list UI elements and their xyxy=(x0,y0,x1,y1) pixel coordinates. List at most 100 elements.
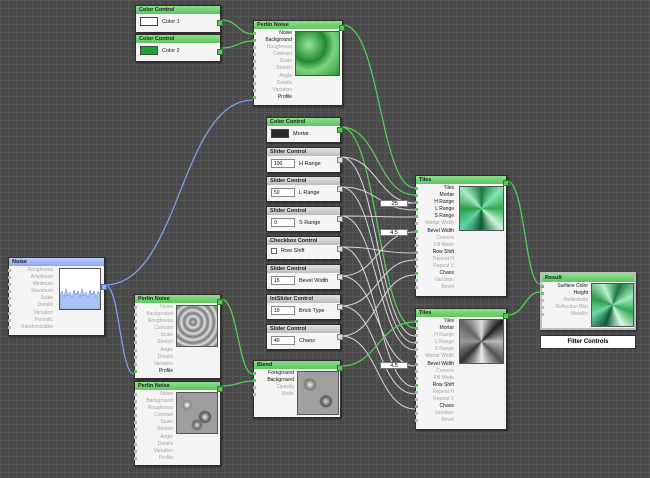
port-stretch[interactable]: Stretch xyxy=(134,426,173,433)
port-l-range[interactable]: L Range xyxy=(415,206,454,213)
slider-control-s-range[interactable]: Slider Control 0 S Range xyxy=(266,206,343,232)
port-angle[interactable]: Angle xyxy=(134,434,173,441)
slider-control-h-range[interactable]: Slider Control 100 H Range xyxy=(266,147,343,173)
port-tiles[interactable]: Tiles xyxy=(415,318,454,325)
port-roughness[interactable]: Roughness xyxy=(253,44,292,51)
port-roughness[interactable]: Roughness xyxy=(134,318,173,325)
output-port[interactable] xyxy=(337,274,343,280)
port-scale[interactable]: Scale xyxy=(134,332,173,339)
tiles-node-bottom[interactable]: Tiles Tiles Mortar H Range L Range S Ran… xyxy=(415,308,509,430)
port-mortar-width[interactable]: Mortar Width xyxy=(415,353,454,360)
slider-value-field[interactable]: 10 xyxy=(271,306,295,315)
port-s-range[interactable]: S Range xyxy=(415,346,454,353)
port-maximum[interactable]: Maximum xyxy=(8,288,53,295)
port-height[interactable]: Height xyxy=(541,290,588,297)
port-profile[interactable]: Profile xyxy=(134,455,173,462)
output-port[interactable] xyxy=(337,246,343,252)
tiles-node-top[interactable]: Tiles Tiles Mortar H Range L Range S Ran… xyxy=(415,175,509,297)
slider-value-field[interactable]: 15 xyxy=(271,276,295,285)
port-variation[interactable]: Variation xyxy=(253,87,292,94)
port-background[interactable]: Background xyxy=(253,37,292,44)
port-profile[interactable]: Profile xyxy=(134,368,173,375)
port-angle[interactable]: Angle xyxy=(134,347,173,354)
port-details[interactable]: Details xyxy=(8,302,53,309)
color-control-node-2[interactable]: Color Control Color 2 xyxy=(135,34,223,62)
bevel-width-value-badge[interactable]: 4.5 xyxy=(380,229,408,236)
port-randomizable[interactable]: Randomizable xyxy=(8,324,53,331)
color-control-node-1[interactable]: Color Control Color 1 xyxy=(135,5,223,33)
port-contrast[interactable]: Contrast xyxy=(253,51,292,58)
output-port[interactable] xyxy=(337,365,343,371)
port-variation[interactable]: Variation xyxy=(134,448,173,455)
port-chaos[interactable]: Chaos xyxy=(415,403,454,410)
port-amplitude[interactable]: Amplitude xyxy=(8,274,53,281)
port-reflection-blur[interactable]: Reflection Blur xyxy=(541,304,588,311)
output-port[interactable] xyxy=(337,157,343,163)
output-port[interactable] xyxy=(217,386,223,392)
port-surface-color[interactable]: Surface Color xyxy=(541,283,588,290)
color-control-node-mortar[interactable]: Color Control Mortar xyxy=(266,117,343,143)
port-noise[interactable]: Noise xyxy=(253,30,292,37)
output-port[interactable] xyxy=(217,299,223,305)
port-details[interactable]: Details xyxy=(253,80,292,87)
slider-control-l-range[interactable]: Slider Control 50 L Range xyxy=(266,176,343,202)
filter-controls-button[interactable]: Filter Controls xyxy=(540,335,636,349)
port-background[interactable]: Background xyxy=(253,377,294,384)
output-port[interactable] xyxy=(339,25,345,31)
row-shift-checkbox[interactable] xyxy=(271,248,277,254)
port-mortar-width[interactable]: Mortar Width xyxy=(415,220,454,227)
blend-node[interactable]: Blend Foreground Background Opacity Mode xyxy=(253,360,343,418)
port-details[interactable]: Details xyxy=(134,441,173,448)
port-noise[interactable]: Noise xyxy=(134,391,173,398)
output-port[interactable] xyxy=(503,313,509,319)
port-profile[interactable]: Profile xyxy=(253,94,292,101)
port-roughness[interactable]: Roughness xyxy=(8,267,53,274)
port-minimum[interactable]: Minimum xyxy=(8,281,53,288)
port-repeat-h[interactable]: Repeat H xyxy=(415,256,454,263)
port-bevel[interactable]: Bevel xyxy=(415,417,454,424)
port-stretch[interactable]: Stretch xyxy=(134,339,173,346)
port-background[interactable]: Background xyxy=(134,398,173,405)
port-s-range[interactable]: S Range xyxy=(415,213,454,220)
output-port[interactable] xyxy=(337,304,343,310)
slider-value-field[interactable]: 50 xyxy=(271,188,295,197)
port-scale[interactable]: Scale xyxy=(134,419,173,426)
port-variation[interactable]: Variation xyxy=(415,410,454,417)
output-port[interactable] xyxy=(503,180,509,186)
checkbox-control-row-shift[interactable]: Checkbox Control Row Shift xyxy=(266,236,343,260)
output-port[interactable] xyxy=(337,127,343,133)
port-corners[interactable]: Corners xyxy=(415,235,454,242)
port-chaos[interactable]: Chaos xyxy=(415,270,454,277)
port-variation[interactable]: Variation xyxy=(415,277,454,284)
port-roughness[interactable]: Roughness xyxy=(134,405,173,412)
port-details[interactable]: Details xyxy=(134,354,173,361)
h-range-value-badge[interactable]: .25 xyxy=(380,200,408,207)
port-h-range[interactable]: H Range xyxy=(415,332,454,339)
output-port[interactable] xyxy=(101,284,107,290)
color-swatch[interactable] xyxy=(140,17,158,26)
perlin-noise-node-top[interactable]: Perlin Noise Noise Background Roughness … xyxy=(253,20,345,106)
port-contrast[interactable]: Contrast xyxy=(134,412,173,419)
color-swatch[interactable] xyxy=(271,129,289,138)
noise-node[interactable]: Noise Roughness Amplitude Minimum Maximu… xyxy=(8,257,107,336)
perlin-noise-node-bottom[interactable]: Perlin Noise Noise Background Roughness … xyxy=(134,381,223,466)
port-corners[interactable]: Corners xyxy=(415,368,454,375)
output-port[interactable] xyxy=(337,334,343,340)
port-mortar[interactable]: Mortar xyxy=(415,325,454,332)
port-contrast[interactable]: Contrast xyxy=(134,325,173,332)
port-bevel-width[interactable]: Bevel Width xyxy=(415,228,454,235)
port-row-shift[interactable]: Row Shift xyxy=(415,249,454,256)
color-swatch[interactable] xyxy=(140,46,158,55)
port-bevel-width[interactable]: Bevel Width xyxy=(415,361,454,368)
perlin-noise-node-middle[interactable]: Perlin Noise Noise Background Roughness … xyxy=(134,294,223,379)
port-foreground[interactable]: Foreground xyxy=(253,370,294,377)
port-metallic[interactable]: Metallic xyxy=(541,311,588,318)
port-mode[interactable]: Mode xyxy=(253,391,294,398)
port-scale[interactable]: Scale xyxy=(253,58,292,65)
output-port[interactable] xyxy=(337,186,343,192)
port-variation[interactable]: Variation xyxy=(134,361,173,368)
port-mortar[interactable]: Mortar xyxy=(415,192,454,199)
port-row-shift[interactable]: Row Shift xyxy=(415,382,454,389)
port-tiles[interactable]: Tiles xyxy=(415,185,454,192)
port-variation[interactable]: Variation xyxy=(8,310,53,317)
